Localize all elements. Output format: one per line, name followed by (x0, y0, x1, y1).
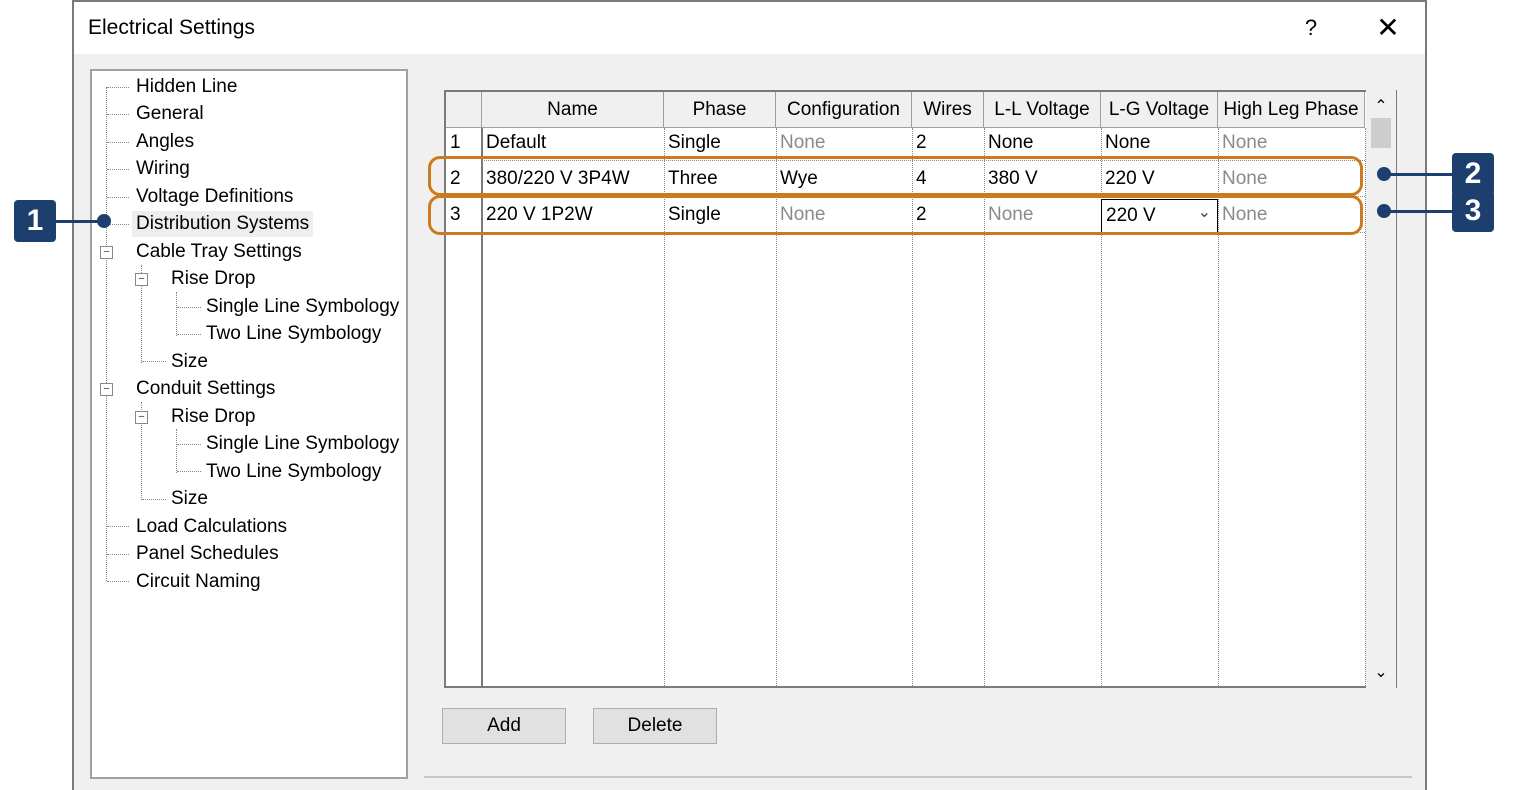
title-bar: Electrical Settings ? ✕ (74, 2, 1425, 54)
scroll-up-icon[interactable]: ⌃ (1366, 96, 1396, 116)
tree-connector (107, 526, 129, 527)
column-header-name[interactable]: Name (482, 92, 664, 128)
table-cell-phase[interactable]: Single (664, 126, 721, 160)
collapse-icon[interactable]: − (135, 411, 148, 424)
tree-connector (107, 169, 129, 170)
callout-badge-1: 1 (14, 200, 56, 242)
tree-guide (176, 292, 177, 336)
tree-guide (106, 87, 107, 581)
table-cell-wires[interactable]: 2 (912, 126, 927, 160)
callout-dot-2 (1377, 167, 1391, 181)
callout-line-2 (1390, 173, 1452, 176)
table-cell-ll-voltage[interactable]: None (984, 126, 1033, 160)
tree-item-load-calculations[interactable]: Load Calculations (136, 514, 287, 540)
tree-item-conduit-rise-drop[interactable]: Rise Drop (171, 404, 255, 430)
row-number[interactable]: 1 (446, 126, 482, 160)
settings-tree[interactable]: − − − − Hidden Line General Angles Wirin… (90, 69, 408, 779)
corner-header (446, 92, 482, 128)
column-header-high-leg-phase[interactable]: High Leg Phase (1218, 92, 1365, 128)
tree-item-cable-tray-two-line-symbology[interactable]: Two Line Symbology (206, 321, 381, 347)
callout-dot-3 (1377, 204, 1391, 218)
footer-divider (424, 776, 1412, 778)
tree-guide (176, 429, 177, 473)
add-button[interactable]: Add (442, 708, 566, 744)
dialog-title: Electrical Settings (88, 16, 255, 39)
callout-line-1 (56, 220, 100, 223)
callout-badge-2: 2 (1452, 153, 1494, 195)
table-cell-name[interactable]: Default (482, 126, 546, 160)
tree-connector (107, 142, 129, 143)
collapse-icon[interactable]: − (100, 383, 113, 396)
collapse-icon[interactable]: − (135, 273, 148, 286)
table-cell-high-leg-phase[interactable]: None (1218, 126, 1267, 160)
column-header-ll-voltage[interactable]: L-L Voltage (984, 92, 1101, 128)
column-header-lg-voltage[interactable]: L-G Voltage (1101, 92, 1218, 128)
tree-connector (107, 581, 129, 582)
tree-item-angles[interactable]: Angles (136, 129, 194, 155)
scroll-down-icon[interactable]: ⌄ (1366, 662, 1396, 682)
tree-connector (177, 471, 201, 472)
tree-connector (107, 554, 129, 555)
tree-item-cable-tray-settings[interactable]: Cable Tray Settings (136, 239, 302, 265)
tree-item-conduit-single-line-symbology[interactable]: Single Line Symbology (206, 431, 399, 457)
tree-item-cable-tray-rise-drop[interactable]: Rise Drop (171, 266, 255, 292)
tree-item-conduit-size[interactable]: Size (171, 486, 208, 512)
tree-item-voltage-definitions[interactable]: Voltage Definitions (136, 184, 293, 210)
tree-connector (142, 499, 166, 500)
tree-connector (107, 87, 129, 88)
column-header-configuration[interactable]: Configuration (776, 92, 912, 128)
table-cell-configuration[interactable]: None (776, 126, 825, 160)
collapse-icon[interactable]: − (100, 246, 113, 259)
tree-item-general[interactable]: General (136, 101, 204, 127)
tree-item-hidden-line[interactable]: Hidden Line (136, 74, 237, 100)
callout-line-3 (1390, 210, 1452, 213)
delete-button[interactable]: Delete (593, 708, 717, 744)
highlight-row-3 (428, 195, 1363, 235)
column-header-phase[interactable]: Phase (664, 92, 776, 128)
tree-item-circuit-naming[interactable]: Circuit Naming (136, 569, 261, 595)
tree-item-cable-tray-single-line-symbology[interactable]: Single Line Symbology (206, 294, 399, 320)
tree-connector (177, 444, 201, 445)
electrical-settings-dialog: Electrical Settings ? ✕ − − − − Hidden L… (72, 0, 1427, 790)
callout-dot-1 (97, 214, 111, 228)
tree-item-cable-tray-size[interactable]: Size (171, 349, 208, 375)
highlight-row-2 (428, 156, 1363, 196)
table-cell-lg-voltage[interactable]: None (1101, 126, 1150, 160)
tree-connector (142, 361, 166, 362)
tree-item-wiring[interactable]: Wiring (136, 156, 190, 182)
tree-connector (107, 197, 129, 198)
tree-item-distribution-systems[interactable]: Distribution Systems (132, 211, 314, 237)
tree-item-conduit-settings[interactable]: Conduit Settings (136, 376, 275, 402)
tree-connector (177, 334, 201, 335)
tree-connector (107, 114, 129, 115)
tree-item-panel-schedules[interactable]: Panel Schedules (136, 541, 279, 567)
help-button[interactable]: ? (1289, 12, 1333, 44)
tree-connector (107, 224, 129, 225)
close-button[interactable]: ✕ (1366, 12, 1410, 44)
scroll-thumb[interactable] (1371, 118, 1391, 148)
tree-connector (177, 307, 201, 308)
tree-item-conduit-two-line-symbology[interactable]: Two Line Symbology (206, 459, 381, 485)
column-header-wires[interactable]: Wires (912, 92, 984, 128)
callout-badge-3: 3 (1452, 190, 1494, 232)
